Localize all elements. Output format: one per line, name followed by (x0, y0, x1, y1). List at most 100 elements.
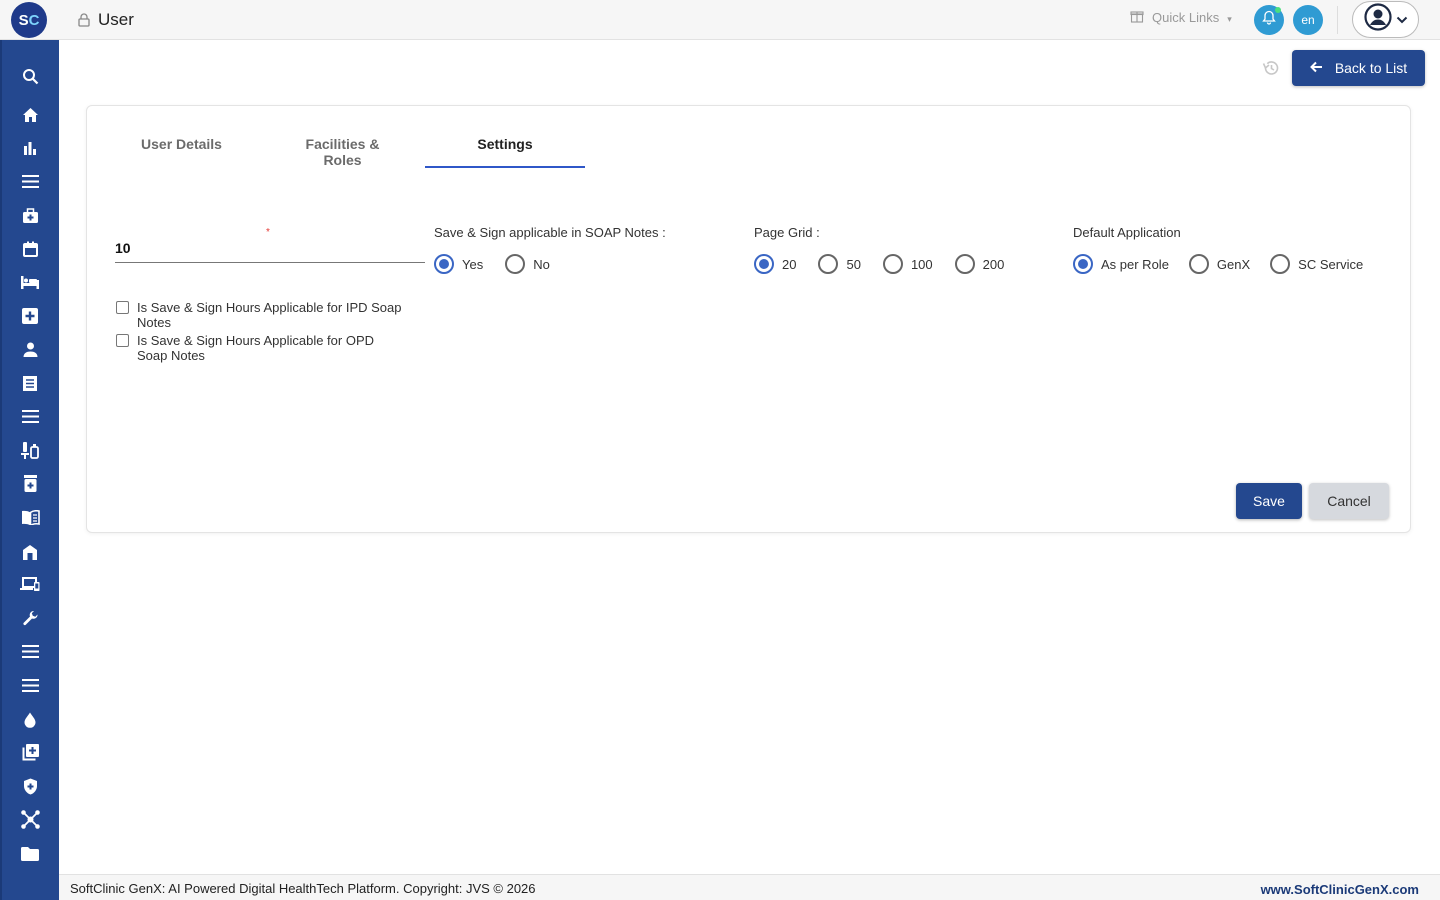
chevron-down-icon (1396, 11, 1408, 29)
back-to-list-button[interactable]: Back to List (1292, 50, 1425, 86)
sidebar-item-library[interactable] (18, 508, 42, 532)
sidebar-item-billing[interactable] (18, 374, 42, 398)
radio-unselected-icon[interactable] (818, 254, 839, 274)
radio-unselected-icon[interactable] (1270, 254, 1291, 274)
sidebar-item-devices[interactable] (18, 575, 42, 599)
devices-icon (20, 577, 40, 597)
radio-label: 100 (910, 256, 933, 272)
page-title-area: User (78, 10, 134, 30)
folder-icon (21, 846, 39, 866)
bar-chart-icon (23, 141, 37, 160)
page-grid-option-50[interactable]: 50 (818, 254, 861, 274)
page-grid-option-200[interactable]: 200 (954, 254, 1004, 274)
back-to-list-label: Back to List (1334, 60, 1408, 76)
footer-copyright: SoftClinic GenX: AI Powered Digital Heal… (70, 881, 536, 896)
ipd-soap-hours-checkbox-row[interactable]: Is Save & Sign Hours Applicable for IPD … (116, 300, 417, 330)
sidebar-item-pharmacy[interactable] (18, 474, 42, 498)
radio-label: GenX (1216, 256, 1251, 272)
radio-unselected-icon[interactable] (1188, 254, 1209, 274)
sidebar-item-clinical[interactable] (18, 306, 42, 330)
page-grid-option-100[interactable]: 100 (882, 254, 933, 274)
radio-selected-icon[interactable] (754, 254, 774, 274)
page-title: User (98, 10, 134, 29)
default-app-option-as-per-role[interactable]: As per Role (1073, 254, 1169, 274)
tab-settings[interactable]: Settings (425, 136, 585, 152)
sidebar-item-menu-4[interactable] (18, 676, 42, 700)
radio-unselected-icon[interactable] (882, 254, 903, 274)
page-grid-radio-group: 20 50 100 200 (754, 254, 1004, 274)
lock-icon (78, 13, 90, 27)
footer-website-link[interactable]: www.SoftClinicGenX.com (1261, 882, 1419, 897)
store-icon (22, 544, 38, 565)
logo-letter-c: C (28, 11, 40, 29)
default-app-option-genx[interactable]: GenX (1188, 254, 1251, 274)
chevron-down-icon: ▾ (1227, 14, 1232, 24)
sidebar-item-menu-1[interactable] (18, 172, 42, 196)
sidebar-item-files[interactable] (18, 844, 42, 868)
sidebar-item-add-records[interactable] (18, 743, 42, 767)
cancel-button[interactable]: Cancel (1309, 483, 1389, 519)
page-grid-label: Page Grid : (754, 225, 820, 240)
top-bar: SC User Quick Links ▾ en (0, 0, 1440, 40)
radio-unselected-icon[interactable] (505, 254, 526, 274)
hours-number-input[interactable]: * 10 (115, 225, 425, 263)
sidebar-item-lab[interactable] (18, 441, 42, 465)
arrow-left-icon (1309, 60, 1323, 76)
sidebar-item-search[interactable] (18, 67, 42, 91)
tab-user-details[interactable]: User Details (140, 136, 223, 152)
radio-selected-icon[interactable] (434, 254, 454, 274)
footer: SoftClinic GenX: AI Powered Digital Heal… (59, 874, 1440, 900)
bell-icon (1262, 10, 1276, 30)
sidebar-item-blood-bank[interactable] (18, 710, 42, 734)
list-icon (21, 175, 39, 193)
language-button[interactable]: en (1293, 5, 1323, 35)
opd-soap-hours-checkbox[interactable] (116, 334, 129, 347)
logo-letter-s: S (18, 11, 29, 29)
sidebar-item-insurance[interactable] (18, 777, 42, 801)
home-icon (22, 107, 39, 128)
tab-facilities-roles[interactable]: Facilities & Roles (285, 136, 400, 168)
quick-links-label: Quick Links (1152, 10, 1220, 25)
ipd-soap-hours-checkbox[interactable] (116, 301, 129, 314)
default-app-option-sc-service[interactable]: SC Service (1270, 254, 1363, 274)
sidebar-item-beds[interactable] (18, 273, 42, 297)
quick-links-menu[interactable]: Quick Links ▾ (1130, 9, 1232, 26)
radio-selected-icon[interactable] (1073, 254, 1093, 274)
soap-notes-radio-group: Yes No (434, 254, 550, 274)
sidebar-item-store[interactable] (18, 542, 42, 566)
active-tab-indicator (425, 166, 585, 168)
list-icon (21, 645, 39, 663)
save-button[interactable]: Save (1236, 483, 1302, 519)
app-logo[interactable]: SC (11, 2, 47, 38)
sidebar-item-appointments[interactable] (18, 239, 42, 263)
profile-menu-button[interactable] (1352, 1, 1419, 38)
opd-soap-hours-checkbox-row[interactable]: Is Save & Sign Hours Applicable for OPD … (116, 333, 407, 363)
sidebar-item-medical[interactable] (18, 206, 42, 230)
notifications-button[interactable] (1254, 5, 1284, 35)
soap-notes-option-yes[interactable]: Yes (434, 254, 483, 274)
sidebar-item-integrations[interactable] (18, 810, 42, 834)
default-application-label: Default Application (1073, 225, 1181, 240)
history-icon[interactable] (1262, 59, 1280, 82)
bed-icon (21, 276, 39, 294)
sidebar-item-settings-tools[interactable] (18, 609, 42, 633)
radio-unselected-icon[interactable] (954, 254, 975, 274)
sidebar-item-menu-2[interactable] (18, 407, 42, 431)
sidebar-item-dashboard[interactable] (18, 138, 42, 162)
user-form-card: User Details Facilities & Roles Settings… (86, 105, 1411, 533)
page-grid-option-20[interactable]: 20 (754, 254, 796, 274)
receipt-icon (22, 375, 38, 397)
opd-soap-hours-label: Is Save & Sign Hours Applicable for OPD … (137, 333, 375, 363)
radio-label: Yes (462, 256, 484, 272)
default-application-radio-group: As per Role GenX SC Service (1073, 254, 1363, 274)
sidebar-item-home[interactable] (18, 105, 42, 129)
soap-notes-option-no[interactable]: No (505, 254, 550, 274)
notification-dot (1275, 7, 1281, 13)
header-divider (1337, 6, 1338, 34)
hours-number-value: 10 (115, 240, 131, 256)
sidebar-item-patients[interactable] (18, 340, 42, 364)
person-icon (23, 342, 38, 362)
medical-bag-icon (22, 207, 39, 229)
lab-icon (21, 442, 39, 464)
sidebar-item-menu-3[interactable] (18, 642, 42, 666)
